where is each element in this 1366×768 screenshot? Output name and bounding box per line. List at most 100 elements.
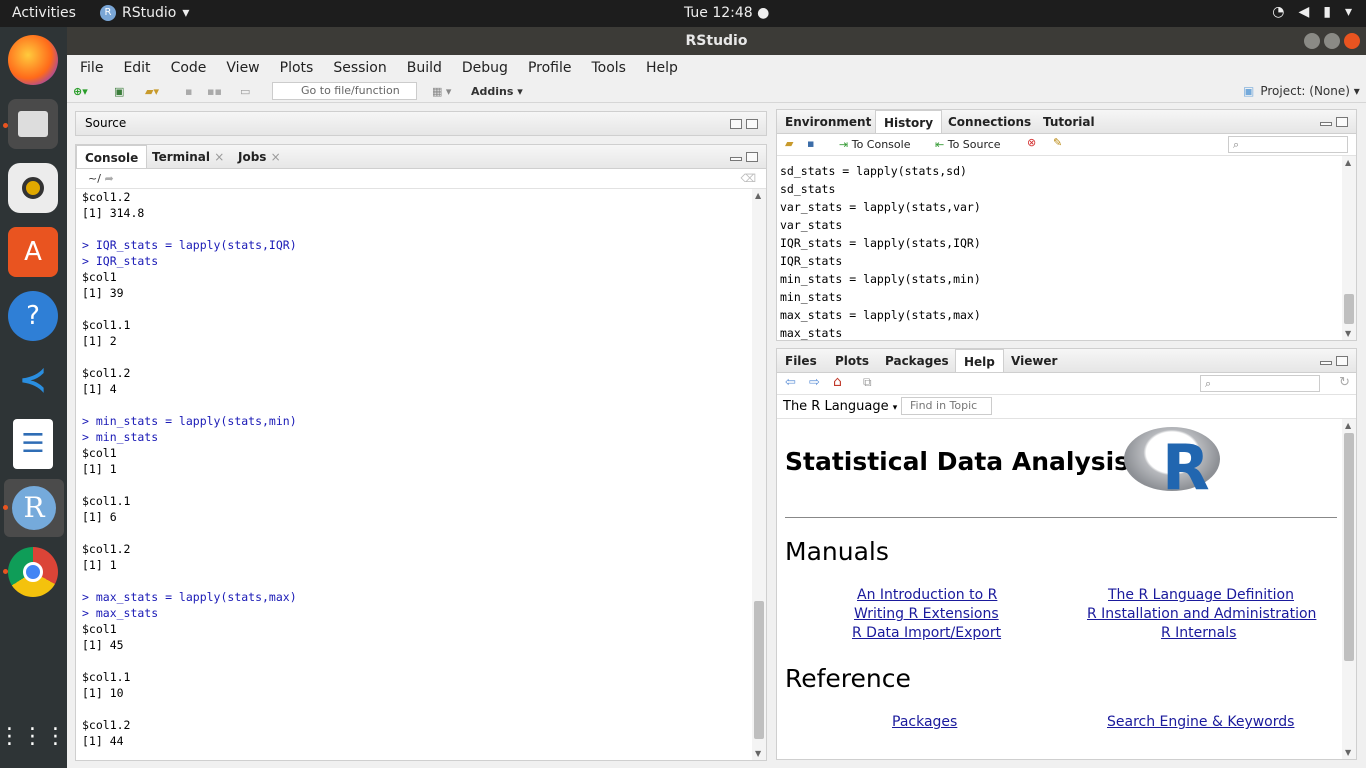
maximize-pane-button[interactable] bbox=[1336, 117, 1348, 127]
home-icon[interactable]: ⌂ bbox=[833, 374, 842, 390]
history-entry[interactable]: min_stats bbox=[780, 288, 1340, 306]
tab-jobs[interactable]: Jobs × bbox=[230, 145, 289, 169]
restore-pane-button[interactable] bbox=[730, 119, 742, 129]
console-path[interactable]: ~/ bbox=[88, 172, 101, 185]
scroll-down-icon[interactable]: ▼ bbox=[755, 749, 761, 758]
history-search-input[interactable]: ⌕ bbox=[1228, 136, 1348, 153]
to-source-button[interactable]: ⇤ To Source bbox=[935, 138, 1001, 151]
menu-file[interactable]: File bbox=[80, 60, 103, 76]
scroll-up-icon[interactable]: ▲ bbox=[755, 191, 761, 200]
history-entry[interactable]: IQR_stats = lapply(stats,IQR) bbox=[780, 234, 1340, 252]
scroll-up-icon[interactable]: ▲ bbox=[1345, 158, 1351, 167]
clear-console-icon[interactable]: ⌫ bbox=[740, 172, 756, 185]
chrome-icon[interactable] bbox=[8, 547, 58, 597]
history-list[interactable]: sd_stats = lapply(stats,sd) sd_stats var_s… bbox=[780, 162, 1340, 342]
menu-edit[interactable]: Edit bbox=[123, 60, 150, 76]
popout-icon[interactable]: ⧉ bbox=[863, 375, 872, 390]
print-icon[interactable]: ▭ bbox=[240, 83, 250, 99]
refresh-icon[interactable]: ↻ bbox=[1339, 375, 1350, 390]
console-pane[interactable]: ~/ ➦ ⌫ $col1.2 [1] 314.8 > IQR_stats = lap… bbox=[75, 168, 767, 761]
history-entry[interactable]: max_stats = lapply(stats,max) bbox=[780, 306, 1340, 324]
tab-files[interactable]: Files bbox=[777, 349, 825, 373]
menu-session[interactable]: Session bbox=[333, 60, 386, 76]
back-arrow-icon[interactable]: ⇦ bbox=[785, 375, 796, 390]
grid-layout-icon[interactable]: ▦ ▾ bbox=[432, 83, 451, 99]
vscode-icon[interactable]: ≺ bbox=[8, 355, 58, 405]
link-r-installation-admin[interactable]: R Installation and Administration bbox=[1087, 606, 1316, 622]
menu-plots[interactable]: Plots bbox=[280, 60, 314, 76]
link-packages[interactable]: Packages bbox=[892, 714, 957, 730]
topic-select[interactable]: The R Language ▾ bbox=[783, 399, 897, 414]
clear-history-broom-icon[interactable]: ✎ bbox=[1053, 136, 1062, 149]
scroll-down-icon[interactable]: ▼ bbox=[1345, 329, 1351, 338]
save-icon[interactable]: ▪ bbox=[185, 83, 192, 99]
tab-viewer[interactable]: Viewer bbox=[1003, 349, 1065, 373]
open-file-icon[interactable]: ▰▾ bbox=[145, 83, 159, 99]
tab-tutorial[interactable]: Tutorial bbox=[1035, 110, 1103, 134]
restore-pane-button[interactable] bbox=[746, 152, 758, 162]
minimize-pane-button[interactable] bbox=[730, 157, 742, 161]
tab-history[interactable]: History bbox=[875, 110, 943, 135]
console-scroll-thumb[interactable] bbox=[754, 601, 764, 739]
help-scroll-thumb[interactable] bbox=[1344, 433, 1354, 661]
maximize-pane-button[interactable] bbox=[746, 119, 758, 129]
menu-debug[interactable]: Debug bbox=[462, 60, 508, 76]
history-entry[interactable]: max_stats bbox=[780, 324, 1340, 342]
help-icon[interactable]: ? bbox=[8, 291, 58, 341]
software-center-icon[interactable]: A bbox=[8, 227, 58, 277]
menu-code[interactable]: Code bbox=[171, 60, 207, 76]
tab-terminal[interactable]: Terminal × bbox=[144, 145, 232, 169]
maximize-button[interactable] bbox=[1324, 33, 1340, 49]
history-entry[interactable]: var_stats bbox=[780, 216, 1340, 234]
scroll-down-icon[interactable]: ▼ bbox=[1345, 748, 1351, 757]
clock[interactable]: Tue 12:48 ● bbox=[684, 5, 769, 21]
close-button[interactable] bbox=[1344, 33, 1360, 49]
maximize-pane-button[interactable] bbox=[1336, 356, 1348, 366]
history-entry[interactable]: var_stats = lapply(stats,var) bbox=[780, 198, 1340, 216]
tab-environment[interactable]: Environment bbox=[777, 110, 879, 134]
minimize-pane-button[interactable] bbox=[1320, 361, 1332, 365]
minimize-pane-button[interactable] bbox=[1320, 122, 1332, 126]
writer-icon[interactable]: ☰ bbox=[13, 419, 53, 469]
help-scrollbar[interactable]: ▲ ▼ bbox=[1342, 419, 1356, 759]
window-titlebar[interactable]: RStudio bbox=[67, 27, 1366, 55]
new-project-icon[interactable]: ▣ bbox=[114, 83, 124, 99]
system-tray[interactable]: ◔ ◀ ▮ ▾ bbox=[1272, 4, 1352, 20]
addins-button[interactable]: Addins ▾ bbox=[471, 83, 523, 99]
menu-view[interactable]: View bbox=[226, 60, 259, 76]
menu-profile[interactable]: Profile bbox=[528, 60, 572, 76]
console-scrollbar[interactable]: ▲ ▼ bbox=[752, 189, 766, 760]
close-icon[interactable]: × bbox=[271, 150, 281, 164]
new-file-icon[interactable]: ⊕▾ bbox=[73, 83, 88, 99]
history-entry[interactable]: min_stats = lapply(stats,min) bbox=[780, 270, 1340, 288]
tab-help[interactable]: Help bbox=[955, 349, 1004, 374]
rhythmbox-icon[interactable] bbox=[8, 163, 58, 213]
link-search-engine-keywords[interactable]: Search Engine & Keywords bbox=[1107, 714, 1294, 730]
load-history-icon[interactable]: ▰ bbox=[785, 137, 793, 150]
remove-entry-icon[interactable]: ⊗ bbox=[1027, 136, 1036, 149]
activities-button[interactable]: Activities bbox=[12, 5, 76, 21]
app-menu[interactable]: R RStudio ▾ bbox=[100, 5, 189, 21]
goto-dir-icon[interactable]: ➦ bbox=[104, 172, 113, 185]
source-pane[interactable]: Source bbox=[75, 111, 767, 136]
chevron-down-icon[interactable]: ▾ bbox=[1345, 4, 1352, 20]
tab-packages[interactable]: Packages bbox=[877, 349, 957, 373]
scroll-up-icon[interactable]: ▲ bbox=[1345, 421, 1351, 430]
help-content[interactable]: Statistical Data Analysis R Manuals An I… bbox=[777, 419, 1343, 759]
tab-connections[interactable]: Connections bbox=[940, 110, 1039, 134]
link-r-internals[interactable]: R Internals bbox=[1161, 625, 1236, 641]
battery-icon[interactable]: ▮ bbox=[1323, 4, 1331, 20]
project-menu[interactable]: ▣ Project: (None) ▾ bbox=[1243, 83, 1360, 99]
volume-icon[interactable]: ◀ bbox=[1298, 4, 1309, 20]
find-in-topic-input[interactable]: Find in Topic bbox=[901, 397, 992, 415]
history-entry[interactable]: IQR_stats bbox=[780, 252, 1340, 270]
menu-build[interactable]: Build bbox=[407, 60, 442, 76]
goto-file-input[interactable]: Go to file/function bbox=[272, 82, 417, 100]
menu-tools[interactable]: Tools bbox=[591, 60, 626, 76]
close-icon[interactable]: × bbox=[214, 150, 224, 164]
firefox-icon[interactable] bbox=[8, 35, 58, 85]
link-r-language-definition[interactable]: The R Language Definition bbox=[1108, 587, 1294, 603]
link-r-data-import-export[interactable]: R Data Import/Export bbox=[852, 625, 1001, 641]
minimize-button[interactable] bbox=[1304, 33, 1320, 49]
tab-console[interactable]: Console bbox=[76, 145, 148, 169]
